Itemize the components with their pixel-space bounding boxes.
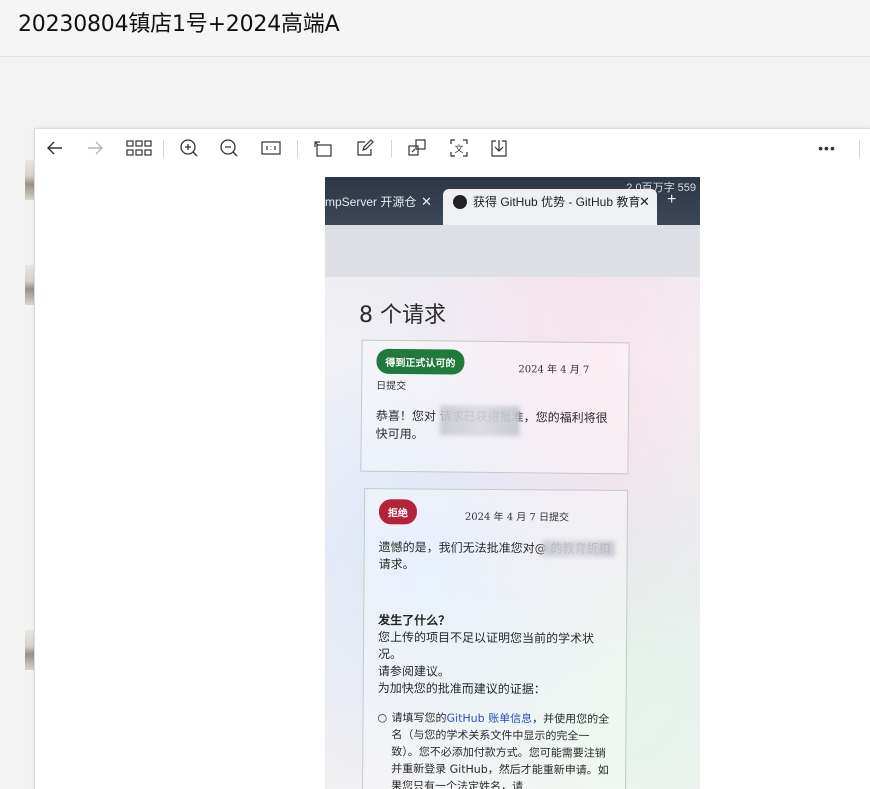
request-card-approved: 得到正式认可的 2024 年 4 月 7 日提交 恭喜！您对 请求已获得批准，您… (360, 339, 630, 475)
new-tab-icon: + (667, 191, 677, 208)
zoom-in-button[interactable] (173, 135, 205, 161)
submitted-suffix: 日提交 (376, 380, 407, 393)
grid-view-button[interactable] (121, 135, 157, 161)
submitted-date: 2024 年 4 月 7 (518, 364, 590, 376)
page-content: 8 个请求 得到正式认可的 2024 年 4 月 7 日提交 恭喜！您对 请求已… (325, 277, 700, 789)
back-icon (47, 141, 62, 155)
suggestion-text: 请填写您的GitHub 账单信息，并使用您的全名（与您的学术关系文件中显示的完全… (391, 709, 616, 789)
redacted-area (439, 405, 521, 437)
download-button[interactable] (483, 135, 515, 161)
image-viewer: 文 ••• 2.0百万字 559 mpServer 开源仓 ✕ 获得 GitHu… (34, 128, 870, 789)
zoom-out-icon (220, 139, 238, 157)
suggestion-prefix: 请填写您的 (391, 711, 447, 725)
toolbar-divider (859, 140, 860, 158)
suggestion-item: ○ 请填写您的GitHub 账单信息，并使用您的全名（与您的学术关系文件中显示的… (377, 709, 618, 789)
rotate-button[interactable] (307, 135, 339, 161)
rejection-details: 您上传的项目不足以证明您当前的学术状况。 请参阅建议。 为加快您的批准而建议的证… (377, 630, 595, 697)
edit-button[interactable] (349, 135, 381, 161)
toolbar-divider (163, 140, 164, 158)
grid-view-icon (126, 140, 152, 156)
edit-icon (357, 139, 374, 156)
browser-tab-active: 获得 GitHub 优势 - GitHub 教育 ✕ (443, 189, 657, 227)
back-button[interactable] (39, 135, 71, 161)
image-search-button[interactable] (401, 135, 433, 161)
window-title: 20230804镇店1号+2024高端A (18, 12, 340, 37)
what-happened-heading: 发生了什么？ (378, 613, 451, 628)
download-icon (491, 140, 507, 157)
tab-label: mpServer 开源仓 (325, 195, 417, 209)
bullet-icon: ○ (377, 711, 388, 725)
toolbar-divider (297, 140, 298, 158)
image-search-icon (408, 139, 426, 156)
text-recognition-icon: 文 (450, 139, 468, 157)
redacted-area (542, 540, 615, 557)
forward-icon (88, 141, 103, 155)
forward-button[interactable] (79, 135, 111, 161)
zoom-in-icon (180, 139, 198, 157)
submitted-date: 2024 年 4 月 7 日提交 (464, 511, 570, 524)
browser-tab-strip: 2.0百万字 559 mpServer 开源仓 ✕ 获得 GitHub 优势 -… (325, 177, 700, 227)
more-button[interactable]: ••• (811, 135, 843, 161)
displayed-photo[interactable]: 2.0百万字 559 mpServer 开源仓 ✕ 获得 GitHub 优势 -… (325, 177, 700, 789)
request-card-rejected: 拒绝 2024 年 4 月 7 日提交 遗憾的是，我们无法批准您对@ 的教育折扣… (361, 488, 629, 789)
viewer-toolbar: 文 ••• (35, 129, 870, 167)
billing-info-link: GitHub 账单信息 (446, 711, 533, 726)
text-recognition-button[interactable]: 文 (443, 135, 475, 161)
toolbar-divider (391, 140, 392, 158)
tab-close-icon: ✕ (421, 194, 432, 209)
title-bar: 20230804镇店1号+2024高端A (0, 0, 870, 57)
requests-heading: 8 个请求 (359, 303, 446, 328)
svg-text:文: 文 (454, 143, 463, 155)
status-badge-approved: 得到正式认可的 (376, 348, 465, 375)
browser-address-area (325, 225, 700, 277)
tab-close-icon: ✕ (639, 194, 650, 209)
status-badge-rejected: 拒绝 (378, 499, 418, 525)
actual-size-icon (261, 141, 281, 155)
actual-size-button[interactable] (255, 135, 287, 161)
tab-label: 获得 GitHub 优势 - GitHub 教育 (473, 195, 641, 209)
github-icon (453, 195, 467, 209)
browser-tab: mpServer 开源仓 ✕ (325, 189, 443, 215)
rotate-icon (314, 141, 332, 157)
zoom-out-button[interactable] (213, 135, 245, 161)
